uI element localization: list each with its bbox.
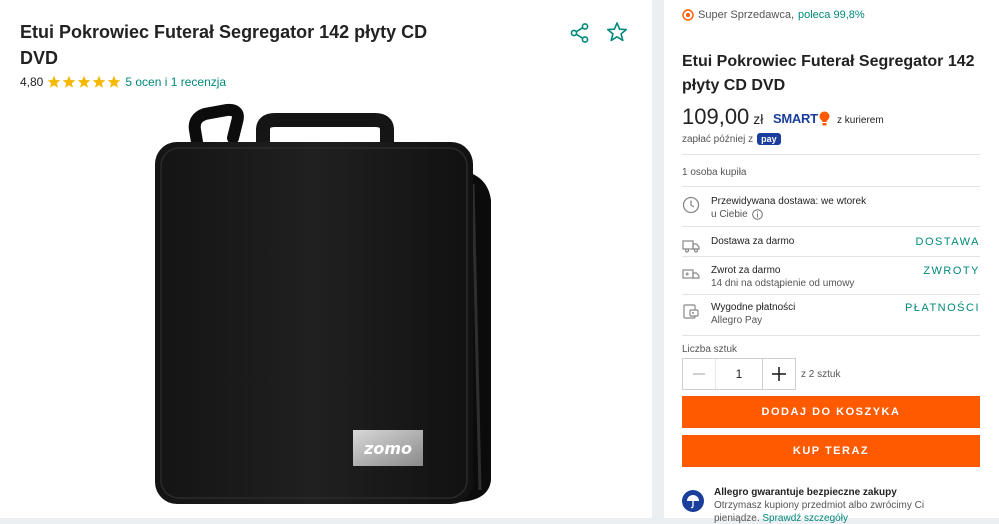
product-title: Etui Pokrowiec Futerał Segregator 142 pł… [20, 22, 428, 68]
smart-label: SMART [773, 111, 818, 126]
plus-icon [772, 367, 786, 381]
info-icon[interactable] [751, 209, 763, 220]
divider [682, 294, 980, 295]
divider [682, 154, 980, 155]
guarantee-text: Otrzymasz kupiony przedmiot albo zwrócim… [714, 500, 925, 511]
payments-text: Wygodne płatności [711, 302, 796, 313]
payments-link[interactable]: PŁATNOŚCI [905, 302, 980, 314]
favorite-star-icon[interactable] [606, 21, 628, 43]
quantity-decrease-button[interactable] [683, 359, 715, 389]
product-image[interactable]: zomo [155, 100, 515, 518]
price-value: 109,00 [682, 104, 750, 129]
return-subtext: 14 dni na odstąpienie od umowy [711, 278, 855, 289]
seller-recommend: poleca 99,8% [798, 9, 865, 21]
product-panel: Etui Pokrowiec Futerał Segregator 142 pł… [0, 0, 652, 518]
rating-summary: 4,80 5 ocen i 1 recenzja [20, 75, 226, 89]
divider [682, 335, 980, 336]
payments-row: Wygodne płatności Allegro Pay PŁATNOŚCI [682, 302, 980, 332]
quantity-label: Liczba sztuk [682, 344, 738, 355]
umbrella-icon [682, 490, 704, 512]
delivery-location-text: u Ciebie [711, 209, 748, 220]
rating-stars [47, 75, 121, 89]
wallet-icon [683, 304, 699, 319]
pay-later-label: zapłać później z [682, 133, 754, 145]
star-icon [108, 75, 121, 88]
add-to-cart-button[interactable]: DODAJ DO KOSZYKA [682, 396, 980, 428]
return-truck-icon [682, 269, 700, 279]
divider [682, 256, 980, 257]
bought-count: 1 osoba kupiła [682, 167, 747, 178]
returns-link[interactable]: ZWROTY [923, 265, 980, 277]
return-row: Zwrot za darmo 14 dni na odstąpienie od … [682, 265, 980, 295]
brand-logo: zomo [363, 439, 412, 458]
courier-text: z kurierem [837, 115, 884, 126]
seller-label: Super Sprzedawca, [698, 9, 794, 21]
divider [682, 226, 980, 227]
delivery-link[interactable]: DOSTAWA [916, 236, 980, 248]
star-icon [48, 75, 61, 88]
minus-icon [693, 373, 705, 375]
quantity-input[interactable]: 1 [715, 359, 763, 389]
free-delivery-text: Dostawa za darmo [711, 236, 795, 247]
seller-info[interactable]: Super Sprzedawca, poleca 99,8% [682, 9, 865, 21]
smart-badge[interactable]: SMART [773, 111, 830, 126]
price-currency: zł [753, 111, 764, 127]
quantity-increase-button[interactable] [763, 359, 795, 389]
buy-now-button[interactable]: KUP TERAZ [682, 435, 980, 467]
payments-subtext: Allegro Pay [711, 315, 763, 326]
guarantee-text-end: pieniądze. [714, 513, 760, 524]
share-icon[interactable] [569, 22, 591, 44]
divider [682, 186, 980, 187]
free-delivery-row: Dostawa za darmo DOSTAWA [682, 236, 980, 256]
pay-badge: pay [757, 133, 781, 145]
offer-title: Etui Pokrowiec Futerał Segregator 142 pł… [682, 53, 975, 94]
guarantee-box: Allegro gwarantuje bezpieczne zakupy Otr… [682, 486, 980, 524]
return-text: Zwrot za darmo [711, 265, 781, 276]
quantity-available: z 2 sztuk [801, 369, 841, 380]
delivery-location: u Ciebie [711, 209, 763, 220]
price: 109,00 zł [682, 104, 763, 130]
clock-icon [682, 196, 700, 214]
star-icon [93, 75, 106, 88]
pay-later[interactable]: zapłać później z pay [682, 133, 781, 145]
guarantee-text-2: pieniądze. Sprawdź szczegóły [714, 513, 848, 524]
super-seller-icon [682, 9, 694, 21]
quantity-stepper: 1 [682, 358, 796, 390]
guarantee-title: Allegro gwarantuje bezpieczne zakupy [714, 487, 897, 498]
rating-value: 4,80 [20, 75, 44, 89]
reviews-link[interactable]: 5 ocen i 1 recenzja [125, 75, 226, 89]
guarantee-details-link[interactable]: Sprawdź szczegóły [762, 513, 848, 524]
smart-bulb-icon [819, 111, 830, 126]
truck-icon [682, 240, 700, 253]
delivery-time-text: Przewidywana dostawa: we wtorek [711, 196, 867, 207]
star-icon [78, 75, 91, 88]
star-icon [63, 75, 76, 88]
delivery-time-row: Przewidywana dostawa: we wtorek u Ciebie [682, 196, 980, 226]
